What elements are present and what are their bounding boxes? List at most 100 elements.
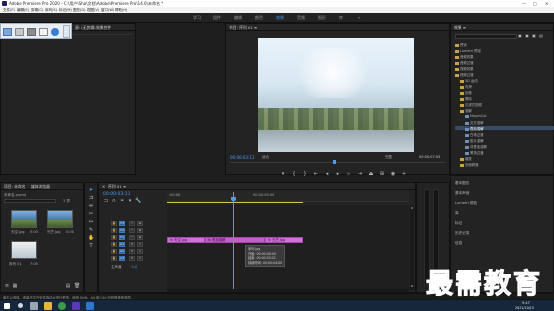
out-point-icon[interactable]: } — [302, 171, 308, 177]
solo-button[interactable]: S — [137, 256, 143, 261]
program-playhead[interactable] — [333, 160, 336, 164]
solo-button[interactable]: S — [137, 242, 143, 247]
premiere-taskbar-icon[interactable] — [72, 302, 80, 310]
track-eye-icon[interactable]: ◉ — [137, 235, 143, 240]
minimize-button[interactable]: — — [522, 1, 526, 6]
effects-tree-item[interactable]: 白场过渡 — [455, 132, 554, 137]
effects-tree-item[interactable]: 内滑 — [455, 84, 554, 89]
snap-icon[interactable]: ∩ — [111, 198, 117, 204]
timeline-timecode[interactable]: 00:00:03:11 — [103, 192, 130, 197]
track-area[interactable] — [167, 205, 409, 290]
slip-tool-icon[interactable]: ↔ — [88, 219, 94, 225]
hand-tool-icon[interactable]: ✋ — [88, 235, 94, 241]
program-scrub-bar[interactable] — [230, 162, 445, 163]
workspace-color[interactable]: 颜色 — [255, 15, 263, 21]
go-to-out-icon[interactable]: ⇥ — [357, 171, 363, 177]
browser-icon[interactable] — [58, 302, 66, 310]
timeline-hscroll[interactable] — [167, 289, 409, 292]
effects-search-input[interactable] — [455, 34, 517, 39]
master-volume[interactable]: 0.0 — [132, 265, 138, 269]
effects-tree-item[interactable]: 页面剥落 — [455, 162, 554, 167]
mute-button[interactable]: M — [129, 242, 135, 247]
right-panel-item[interactable]: 标记 — [455, 221, 462, 226]
clip-thumbnail-sky[interactable] — [11, 210, 37, 228]
type-tool-icon[interactable]: T — [88, 243, 94, 249]
32bit-effects-icon[interactable]: ▣ — [524, 33, 530, 39]
program-timecode[interactable]: 00:00:03:11 — [230, 155, 254, 160]
step-forward-icon[interactable]: ▹ — [346, 171, 352, 177]
close-button[interactable]: ✕ — [545, 1, 548, 6]
capture-icon[interactable] — [51, 28, 59, 36]
folder-icon[interactable] — [3, 28, 12, 36]
track-target-button[interactable]: V1 — [119, 235, 125, 240]
yuv-effects-icon[interactable]: ▣ — [531, 33, 537, 39]
right-panel-item[interactable]: Lumetri 颜色 — [455, 201, 477, 206]
effects-tree-item[interactable]: MorphCut — [455, 114, 554, 118]
effects-tree-item[interactable]: 预设 — [455, 42, 554, 47]
file-explorer-icon[interactable] — [44, 302, 52, 310]
effects-tree-item[interactable]: 划像 — [455, 90, 554, 95]
track-header[interactable]: 🔒 A3 M S — [101, 256, 156, 263]
effects-tree-item[interactable]: 交叉溶解 — [455, 120, 554, 125]
program-video-frame[interactable] — [258, 38, 414, 152]
new-bin-icon[interactable]: ▤ — [538, 33, 544, 39]
sequence-thumbnail[interactable] — [11, 241, 37, 259]
work-area-bar[interactable] — [167, 202, 303, 203]
insert-sequence-icon[interactable]: ⊐ — [103, 198, 109, 204]
timeline-clip-sky[interactable]: fx 天空.jpg — [167, 237, 205, 243]
track-header[interactable]: 🔒 V1 ▭ ◉ — [101, 235, 156, 242]
effects-tree-item[interactable]: 黑场过渡 — [455, 150, 554, 155]
workspace-editing[interactable]: 编辑 — [234, 15, 242, 21]
track-header[interactable]: 🔒 A2 M S — [101, 249, 156, 256]
effects-tree-item[interactable]: 非叠加溶解 — [455, 144, 554, 149]
crop-icon[interactable] — [27, 28, 36, 36]
effects-tree-item[interactable]: 音频过渡 — [455, 60, 554, 65]
track-lock-icon[interactable]: 🔒 — [111, 235, 117, 240]
effects-tree-item[interactable]: 缩放 — [455, 156, 554, 161]
linked-selection-icon[interactable]: ⚭ — [119, 198, 125, 204]
track-sync-icon[interactable]: ▭ — [129, 221, 135, 226]
timeline-vscroll[interactable] — [410, 205, 414, 290]
clip-thumbnail-rays[interactable] — [47, 210, 73, 228]
timeline-playhead[interactable] — [233, 192, 234, 290]
marker-icon[interactable]: ▾ — [280, 171, 286, 177]
workspace-graphics[interactable]: 图形 — [318, 15, 326, 21]
trash-icon[interactable]: 🗑 — [74, 283, 80, 289]
search-icon[interactable] — [18, 303, 23, 308]
task-view-icon[interactable] — [30, 302, 38, 310]
mute-button[interactable]: M — [129, 256, 135, 261]
effects-tree-item[interactable]: 沉浸式视频 — [455, 102, 554, 107]
track-header[interactable]: 🔒 A1 M S — [101, 242, 156, 249]
accelerated-effects-icon[interactable]: ▣ — [517, 33, 523, 39]
track-lock-icon[interactable]: 🔒 — [111, 221, 117, 226]
play-icon[interactable]: ▸ — [335, 171, 341, 177]
close-sequence-icon[interactable]: ✕ — [102, 184, 105, 189]
right-panel-item[interactable]: 基本声音 — [455, 191, 469, 196]
selection-tool-icon[interactable]: ➤ — [88, 187, 94, 193]
workspace-more[interactable]: » — [358, 15, 360, 20]
track-eye-icon[interactable]: ◉ — [137, 221, 143, 226]
right-panel-item[interactable]: 历史记录 — [455, 231, 469, 236]
track-select-tool-icon[interactable]: ⇉ — [88, 195, 94, 201]
razor-tool-icon[interactable]: ✂ — [88, 211, 94, 217]
pen-tool-icon[interactable]: ✎ — [88, 227, 94, 233]
right-panel-item[interactable]: 库 — [455, 211, 459, 216]
list-view-icon[interactable]: ≡ — [4, 283, 10, 289]
tab-media-browser[interactable]: 媒体浏览器 — [31, 184, 50, 190]
maximize-button[interactable]: □ — [533, 1, 537, 6]
step-back-icon[interactable]: ◂ — [324, 171, 330, 177]
effects-tree-item[interactable]: Lumetri 预设 — [455, 48, 554, 53]
effects-tree-item[interactable]: 视频效果 — [455, 66, 554, 71]
ripple-edit-tool-icon[interactable]: ⇹ — [88, 203, 94, 209]
track-eye-icon[interactable]: ◉ — [137, 228, 143, 233]
collapse-icon[interactable] — [63, 25, 70, 38]
capture-taskbar-icon[interactable] — [86, 302, 94, 310]
effects-tree-item[interactable]: 溶解 — [455, 108, 554, 113]
tab-project[interactable]: 项目: 未命名 — [4, 184, 25, 190]
track-sync-icon[interactable]: ▭ — [129, 235, 135, 240]
track-header[interactable]: 🔒 V2 ▭ ◉ — [101, 228, 156, 235]
go-to-in-icon[interactable]: ⇤ — [313, 171, 319, 177]
lift-icon[interactable]: ⏏ — [368, 171, 374, 177]
effects-tree-item[interactable]: 叠加溶解 — [455, 126, 554, 131]
workspace-libraries[interactable]: 库 — [339, 15, 343, 21]
